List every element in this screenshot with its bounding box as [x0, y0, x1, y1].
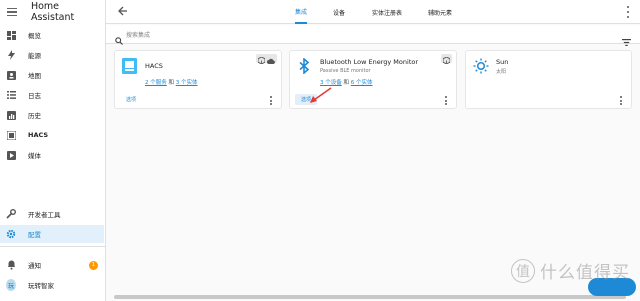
sidebar-item-label: 开发者工具: [28, 211, 61, 219]
avatar-wrapper: 玩: [6, 279, 16, 291]
wrench-icon: [6, 209, 16, 219]
card-subtitle: 太阳: [496, 69, 507, 75]
sidebar-item-map[interactable]: 地图: [0, 66, 104, 84]
back-arrow-icon[interactable]: [118, 6, 128, 19]
card-badges: [256, 54, 277, 65]
sidebar-header: Home Assistant: [0, 0, 105, 24]
sidebar-item-label: 地图: [28, 72, 41, 80]
card-badges: [441, 54, 452, 65]
sidebar-item-logbook[interactable]: 日志: [0, 86, 104, 104]
link-conjunction: 和: [168, 80, 175, 86]
sidebar-item-hacs[interactable]: HACS: [0, 126, 104, 144]
bluetooth-icon: [298, 57, 310, 78]
card-links: 3 个设备 和 6 个实体: [320, 78, 373, 86]
sidebar-divider: [0, 246, 106, 247]
watermark-text: 什么值得买: [540, 263, 630, 283]
map-icon: [6, 70, 16, 80]
card-menu-icon[interactable]: [620, 96, 623, 105]
options-button[interactable]: 选项: [120, 94, 142, 105]
tab-integrations[interactable]: 集成: [295, 0, 308, 24]
list-icon: [6, 90, 16, 100]
entities-link[interactable]: 3 个实体: [176, 80, 198, 86]
card-title: Sun: [496, 58, 509, 66]
sidebar-item-history[interactable]: 历史: [0, 106, 104, 124]
avatar: 玩: [6, 279, 16, 291]
card-links: 2 个服务 和 3 个实体: [145, 78, 198, 86]
hacs-icon: [6, 130, 16, 140]
sidebar-item-label: HACS: [28, 131, 49, 139]
top-bar: 集成 设备 实体注册表 辅助元素: [106, 0, 640, 24]
card-menu-icon[interactable]: [445, 96, 448, 105]
sidebar-item-user[interactable]: 玩 玩转智家: [0, 276, 104, 294]
bell-icon: [6, 260, 16, 270]
sidebar-item-settings[interactable]: 配置: [0, 225, 104, 243]
card-subtitle: Passive BLE monitor: [320, 68, 371, 74]
hacs-logo-icon: [122, 58, 137, 78]
sidebar-item-notifications[interactable]: 通知 1: [0, 256, 104, 274]
chart-icon: [6, 110, 16, 120]
dashboard-icon: [6, 30, 16, 40]
integration-card-hacs[interactable]: HACS 2 个服务 和 3 个实体 选项: [114, 50, 282, 109]
cube-icon: [442, 49, 451, 68]
link-conjunction: 和: [343, 80, 350, 86]
devices-link[interactable]: 3 个设备: [320, 80, 342, 86]
tab-entities[interactable]: 实体注册表: [372, 0, 402, 24]
card-menu-icon[interactable]: [270, 96, 273, 105]
search-bar[interactable]: 搜索集成: [106, 25, 640, 46]
sidebar-item-media[interactable]: 媒体: [0, 146, 104, 164]
filter-icon[interactable]: [622, 31, 631, 50]
watermark: 值 什么值得买: [511, 258, 630, 283]
overflow-menu-icon[interactable]: [627, 6, 630, 18]
notification-badge: 1: [89, 260, 98, 270]
media-icon: [6, 150, 16, 160]
sidebar: Home Assistant 概览 能源 地图 日志 历史 HACS 媒体 开发…: [0, 0, 106, 301]
entities-link[interactable]: 6 个实体: [351, 80, 373, 86]
tab-devices[interactable]: 设备: [333, 0, 345, 24]
sidebar-item-label: 概览: [28, 32, 41, 40]
horizontal-scrollbar[interactable]: [114, 295, 626, 299]
search-icon: [115, 30, 123, 49]
sidebar-item-label: 能源: [28, 52, 41, 60]
sidebar-item-label: 历史: [28, 112, 41, 120]
app-title: Home Assistant: [30, 1, 75, 23]
integration-card-bluetooth[interactable]: Bluetooth Low Energy Monitor Passive BLE…: [289, 50, 457, 109]
menu-icon[interactable]: [7, 8, 17, 16]
gear-icon: [6, 229, 16, 239]
lightning-icon: [6, 50, 16, 60]
tab-helpers[interactable]: 辅助元素: [428, 0, 452, 24]
sidebar-item-developer-tools[interactable]: 开发者工具: [0, 205, 104, 223]
sidebar-item-label: 通知: [28, 262, 41, 270]
sidebar-item-label: 媒体: [28, 152, 41, 160]
sidebar-item-energy[interactable]: 能源: [0, 46, 104, 64]
cube-icon: [257, 49, 266, 68]
sidebar-item-label: 玩转智家: [28, 282, 54, 290]
integration-card-sun[interactable]: Sun 太阳: [465, 50, 632, 109]
options-button[interactable]: 选项: [295, 94, 318, 105]
sidebar-item-label: 日志: [28, 92, 41, 100]
search-input[interactable]: 搜索集成: [126, 30, 150, 39]
sidebar-item-label: 配置: [28, 231, 41, 239]
services-link[interactable]: 2 个服务: [145, 80, 167, 86]
cloud-icon: [267, 49, 275, 68]
card-title: Bluetooth Low Energy Monitor: [320, 58, 419, 66]
sidebar-item-overview[interactable]: 概览: [0, 26, 104, 44]
sun-icon: [473, 58, 489, 78]
watermark-logo: 值: [511, 258, 535, 283]
card-title: HACS: [145, 62, 163, 70]
